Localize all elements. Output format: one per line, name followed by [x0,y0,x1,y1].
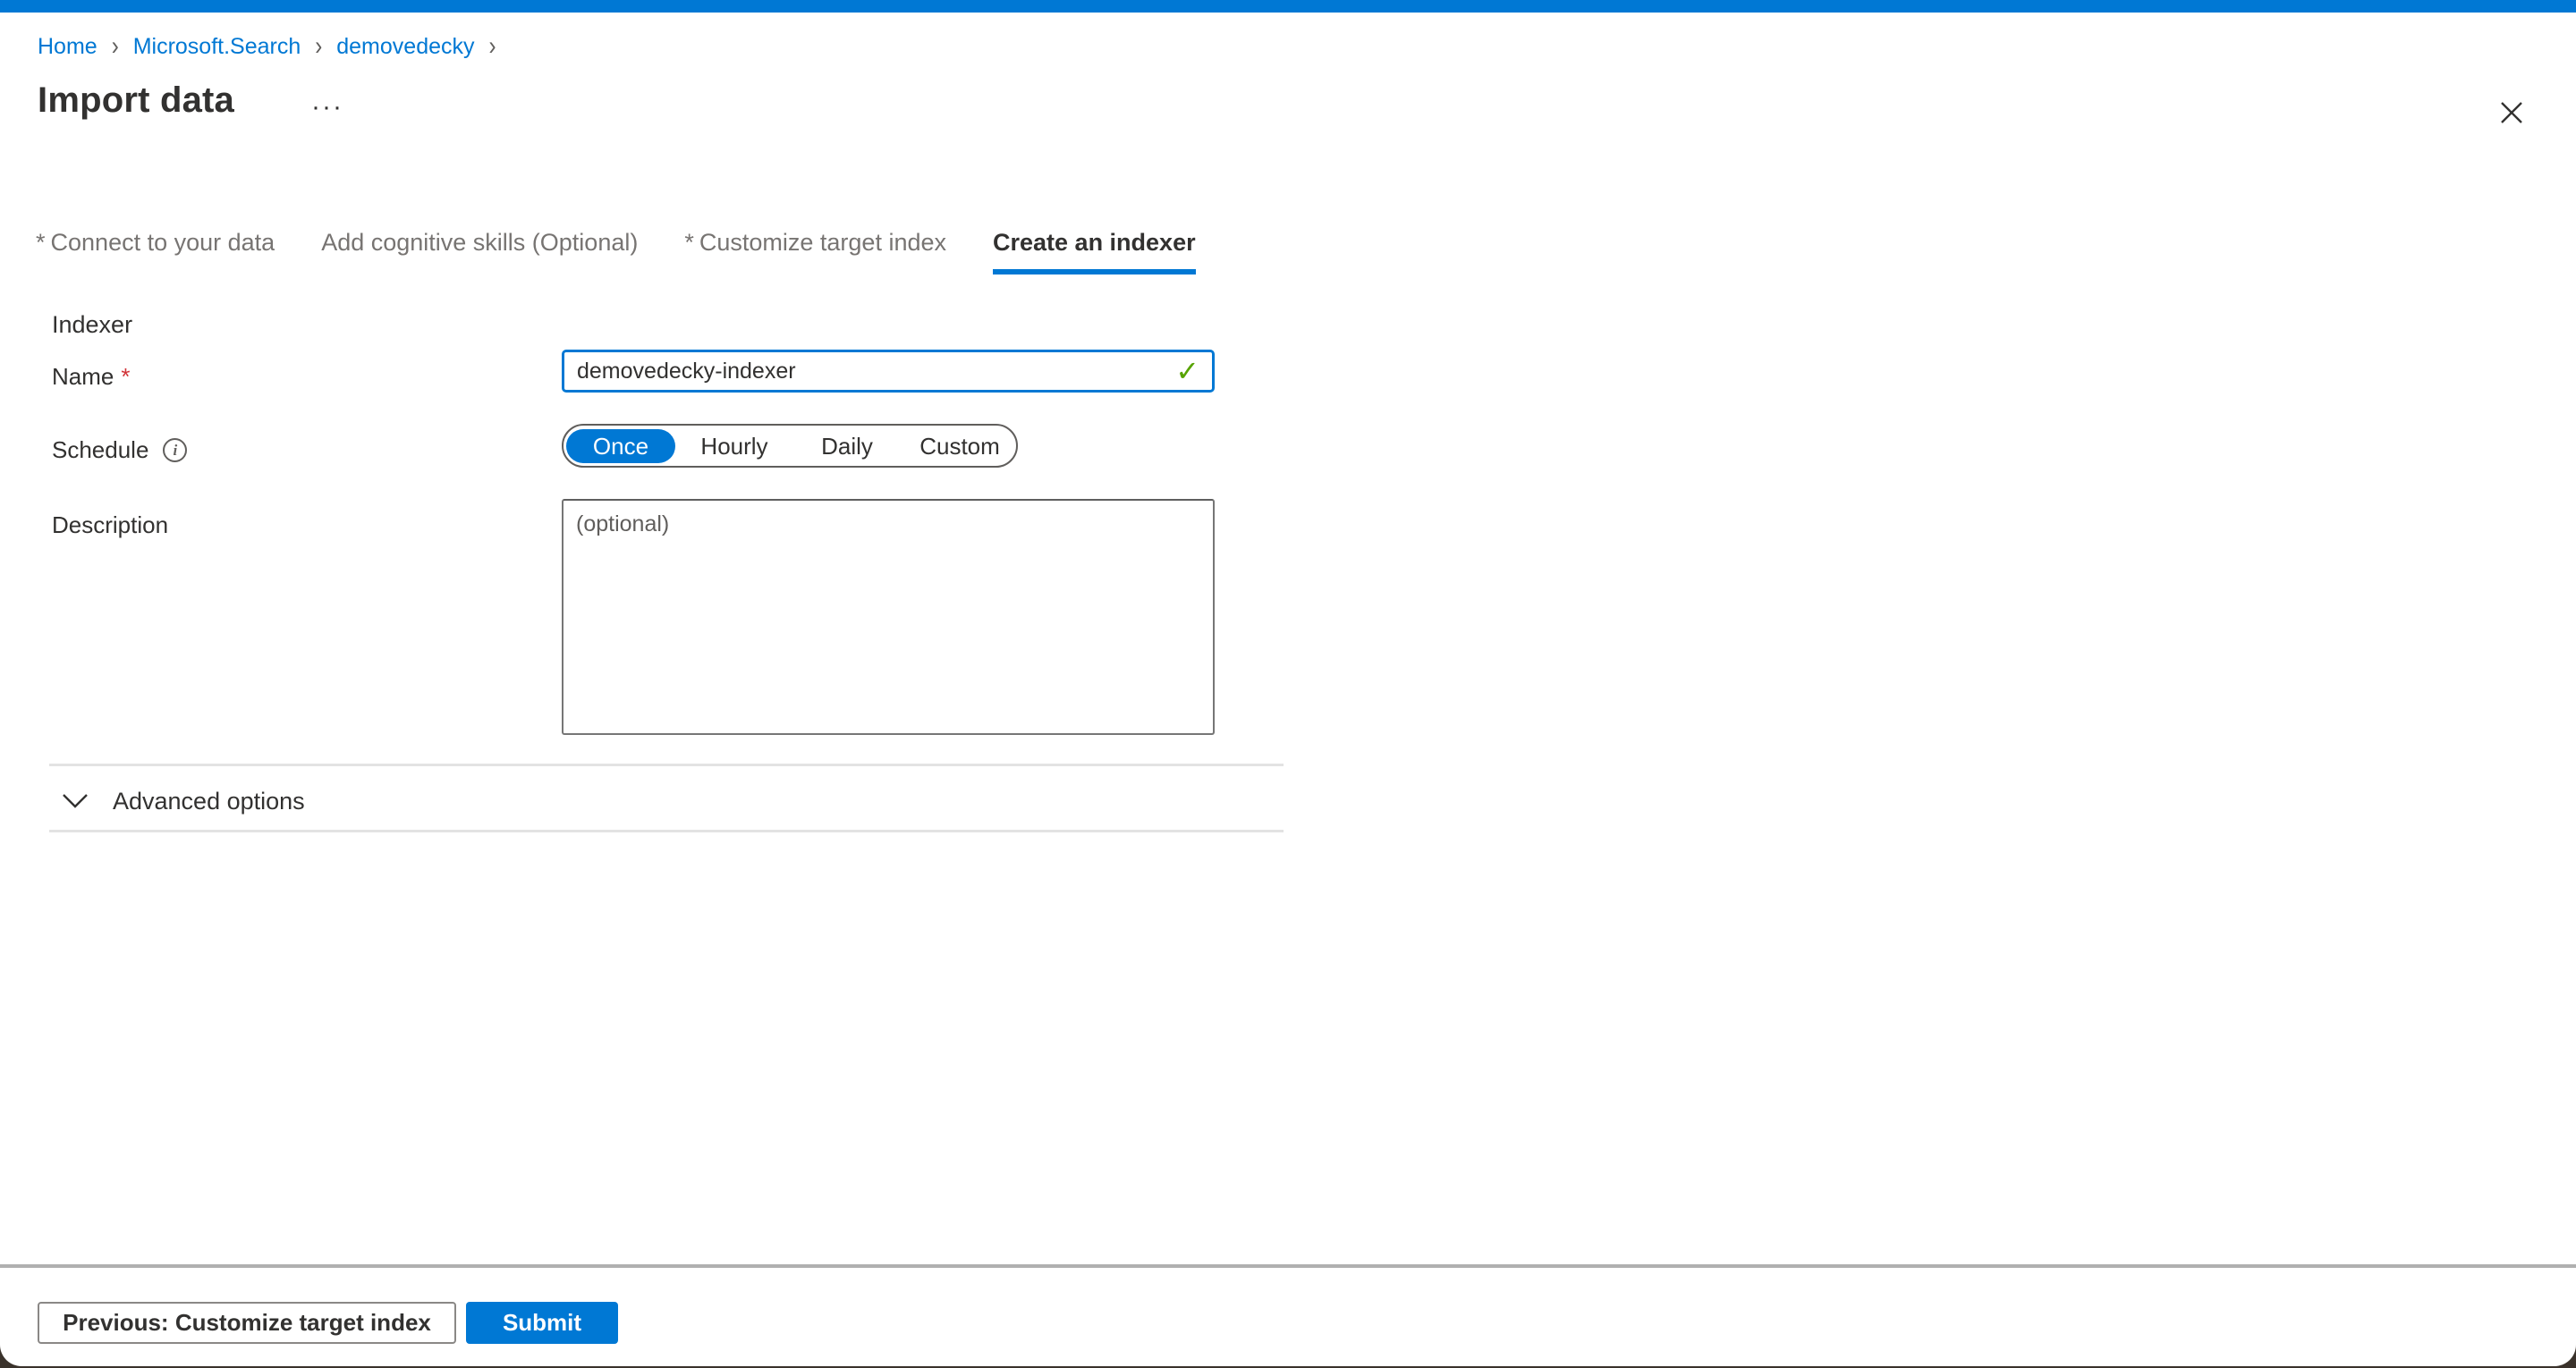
required-marker: * [36,229,46,256]
more-options-icon[interactable]: ··· [302,89,352,125]
tab-label: Add cognitive skills (Optional) [321,229,638,256]
tab-connect-to-your-data[interactable]: *Connect to your data [36,229,275,274]
tab-label: Customize target index [699,229,946,256]
footer-divider [0,1264,2576,1268]
breadcrumb-microsoft-search-link[interactable]: Microsoft.Search [133,34,301,60]
breadcrumb-home-link[interactable]: Home [38,34,97,60]
name-label-text: Name [52,363,114,390]
description-textarea[interactable] [562,499,1215,735]
divider [49,830,1284,832]
advanced-options-label: Advanced options [113,788,305,815]
schedule-label-text: Schedule [52,436,148,464]
breadcrumb-separator-icon: › [489,31,496,63]
page-title: Import data [38,80,234,121]
description-field-label: Description [52,511,168,539]
indexer-name-input[interactable] [564,352,1175,390]
import-data-panel: Home › Microsoft.Search › demovedecky › … [0,13,2576,1366]
schedule-option-daily[interactable]: Daily [791,427,903,465]
required-asterisk: * [121,363,130,390]
schedule-option-once[interactable]: Once [566,429,675,463]
previous-step-button[interactable]: Previous: Customize target index [38,1302,456,1344]
schedule-segmented-control: Once Hourly Daily Custom [562,424,1018,468]
wizard-tabs: *Connect to your data Add cognitive skil… [36,229,1196,274]
breadcrumb-demovedecky-link[interactable]: demovedecky [336,34,474,60]
schedule-option-custom[interactable]: Custom [903,427,1016,465]
name-field-label: Name * [52,363,130,391]
submit-button[interactable]: Submit [466,1302,618,1344]
close-x-glyph [2498,99,2525,126]
divider [49,764,1284,766]
breadcrumb-separator-icon: › [112,31,119,63]
azure-top-accent-bar [0,0,2576,13]
breadcrumb-separator-icon: › [315,31,322,63]
close-icon[interactable] [2487,89,2537,136]
info-icon[interactable]: i [163,438,187,462]
valid-check-icon: ✓ [1175,354,1199,388]
schedule-option-hourly[interactable]: Hourly [678,427,791,465]
required-marker: * [684,229,694,256]
tab-create-an-indexer[interactable]: Create an indexer [993,229,1196,274]
breadcrumb: Home › Microsoft.Search › demovedecky › [38,29,511,64]
tab-customize-target-index[interactable]: *Customize target index [684,229,946,274]
tab-add-cognitive-skills[interactable]: Add cognitive skills (Optional) [321,229,638,274]
advanced-options-toggle[interactable]: Advanced options [61,781,305,821]
indexer-section-title: Indexer [52,311,132,339]
indexer-name-field-wrap: ✓ [562,350,1215,393]
schedule-field-label: Schedule i [52,436,187,464]
tab-label: Create an indexer [993,229,1196,256]
tab-label: Connect to your data [51,229,275,256]
chevron-down-icon [61,792,89,810]
